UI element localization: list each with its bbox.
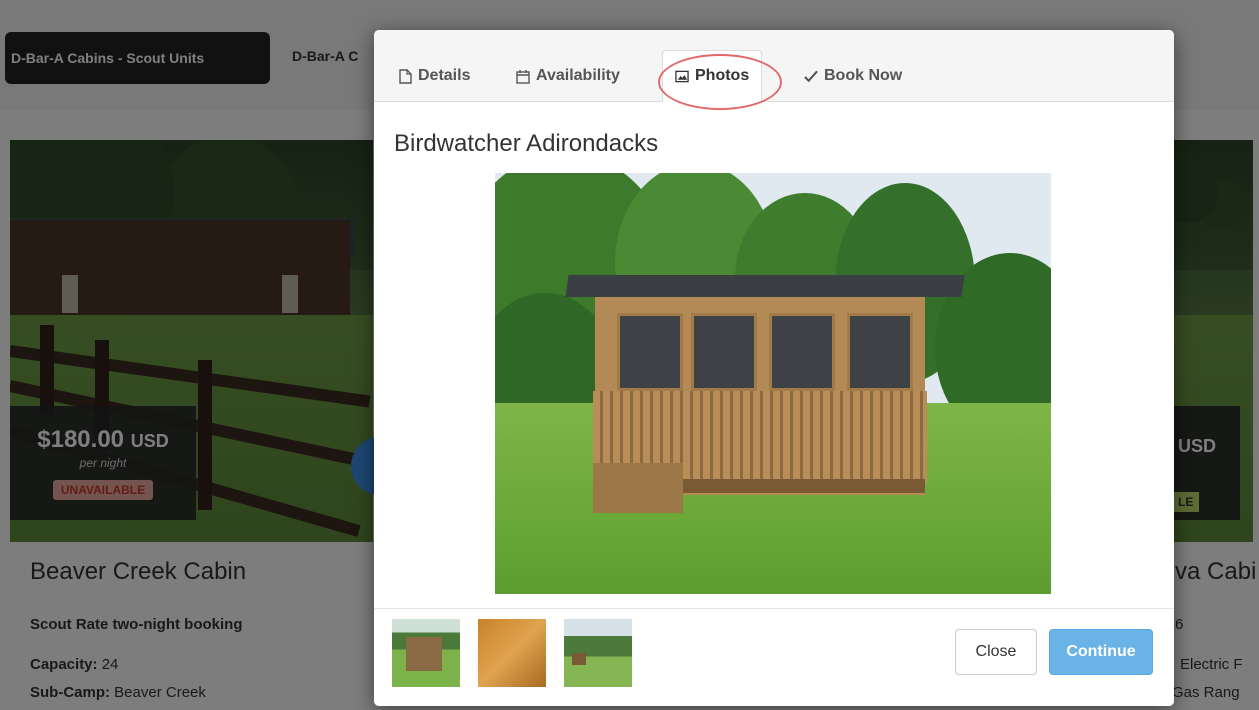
tab-details-label: Details	[418, 67, 471, 84]
photos-modal: Details Availability Photos Book Now Bir…	[374, 30, 1174, 706]
calendar-icon	[516, 68, 530, 84]
tab-photos-label: Photos	[695, 67, 750, 84]
thumbnail-2[interactable]	[478, 619, 546, 687]
thumbnail-1[interactable]	[392, 619, 460, 687]
checkmark-icon	[804, 68, 818, 84]
tab-details[interactable]: Details	[386, 50, 482, 102]
thumbnail-3[interactable]	[564, 619, 632, 687]
image-icon	[675, 68, 689, 84]
close-button[interactable]: Close	[955, 629, 1037, 675]
main-photo[interactable]	[495, 173, 1051, 594]
tab-availability-label: Availability	[536, 67, 620, 84]
tab-book-now-label: Book Now	[824, 67, 903, 84]
tab-photos[interactable]: Photos	[662, 50, 763, 102]
document-icon	[398, 68, 412, 84]
modal-title: Birdwatcher Adirondacks	[394, 130, 659, 157]
modal-tabs: Details Availability Photos Book Now	[374, 30, 1174, 110]
modal-footer: Close Continue	[374, 608, 1174, 706]
continue-button[interactable]: Continue	[1049, 629, 1153, 675]
tab-book-now[interactable]: Book Now	[792, 50, 914, 102]
tab-availability[interactable]: Availability	[504, 50, 632, 102]
